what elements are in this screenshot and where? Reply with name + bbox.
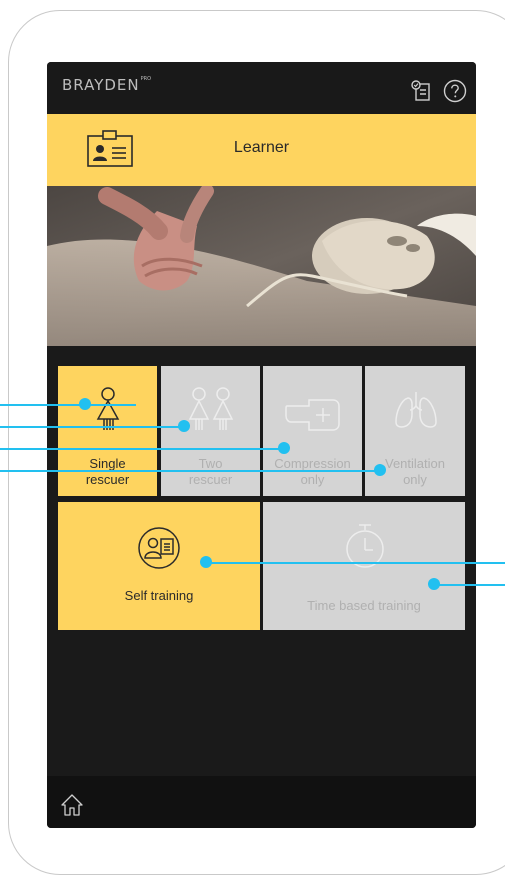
single-person-icon bbox=[94, 386, 122, 438]
callout-dot-time-based bbox=[428, 578, 440, 590]
brand-name: BRAYDEN bbox=[62, 76, 140, 94]
tile-label-line2: only bbox=[300, 472, 325, 487]
callout-line-time-based bbox=[434, 584, 505, 586]
app-screen: BRAYDENPRO Learner Single rescuer Two re… bbox=[47, 62, 476, 828]
self-training-icon bbox=[137, 526, 181, 574]
tile-compression-only[interactable]: Compression only bbox=[263, 366, 362, 496]
tile-ventilation-only[interactable]: Ventilation only bbox=[365, 366, 465, 496]
tile-time-based-training[interactable]: Time based training bbox=[263, 502, 465, 630]
hand-compression-icon bbox=[283, 394, 343, 438]
help-icon[interactable] bbox=[442, 78, 468, 104]
tile-label-line2: rescuer bbox=[85, 472, 130, 487]
tile-label: Time based training bbox=[307, 598, 421, 613]
tile-two-rescuer[interactable]: Two rescuer bbox=[161, 366, 260, 496]
callout-line-self-training bbox=[206, 562, 505, 564]
tile-self-training[interactable]: Self training bbox=[58, 502, 260, 630]
tile-label-line2: rescuer bbox=[188, 472, 233, 487]
bottom-bar bbox=[47, 776, 476, 828]
callout-line-two-rescuer bbox=[0, 426, 184, 428]
brand-logo: BRAYDENPRO bbox=[62, 76, 151, 94]
stopwatch-icon bbox=[343, 522, 387, 574]
callout-dot-ventilation-only bbox=[374, 464, 386, 476]
checklist-icon[interactable] bbox=[409, 78, 435, 104]
callout-dot-compression-only bbox=[278, 442, 290, 454]
brand-suffix: PRO bbox=[140, 76, 152, 82]
callout-line-compression-only bbox=[0, 448, 284, 450]
callout-line-ventilation-only bbox=[0, 470, 380, 472]
home-icon[interactable] bbox=[59, 792, 85, 822]
tile-label: Self training bbox=[124, 588, 194, 603]
cpr-hero-image bbox=[47, 186, 476, 346]
lungs-icon bbox=[393, 390, 439, 434]
learner-header: Learner bbox=[47, 114, 476, 186]
page-title: Learner bbox=[233, 139, 290, 156]
two-persons-icon bbox=[187, 386, 235, 438]
callout-dot-self-training bbox=[200, 556, 212, 568]
top-bar: BRAYDENPRO bbox=[47, 62, 476, 114]
tile-single-rescuer[interactable]: Single rescuer bbox=[58, 366, 157, 496]
callout-dot-single-rescuer bbox=[79, 398, 91, 410]
callout-dot-two-rescuer bbox=[178, 420, 190, 432]
callout-line-single-rescuer bbox=[0, 404, 136, 406]
